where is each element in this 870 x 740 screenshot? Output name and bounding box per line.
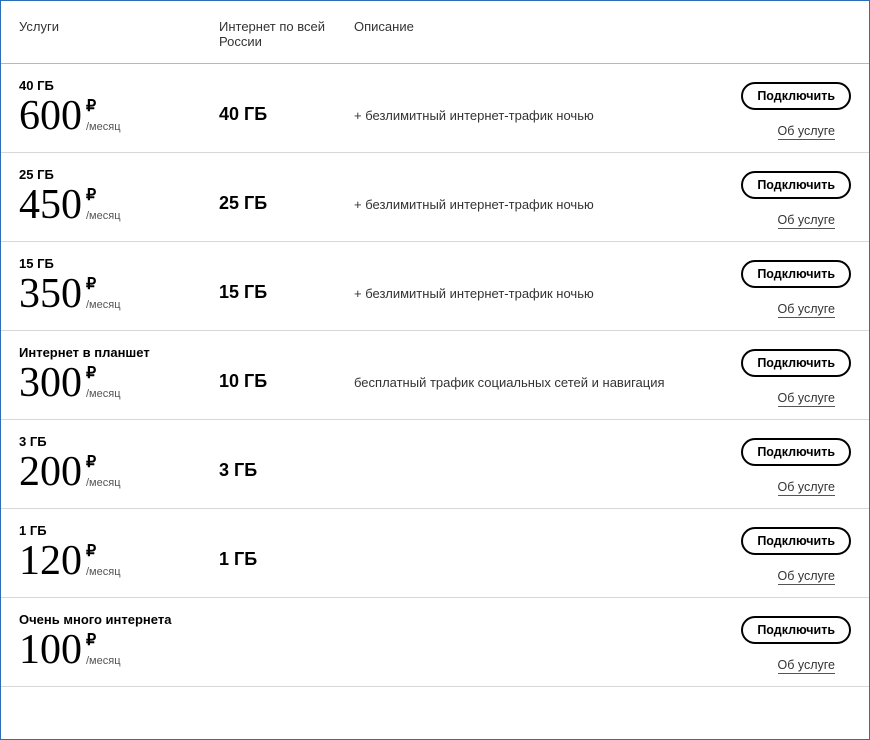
desc-cell: [354, 612, 711, 642]
price-meta: ₽ /месяц: [86, 99, 121, 133]
actions-cell: Подключить Об услуге: [711, 612, 851, 674]
price-wrap: 600 ₽ /месяц: [19, 95, 219, 137]
table-row: 1 ГБ 120 ₽ /месяц 1 ГБ Подключить Об усл…: [1, 509, 869, 598]
header-data: Интернет по всей России: [219, 19, 354, 49]
table-row: 40 ГБ 600 ₽ /месяц 40 ГБ + безлимитный и…: [1, 64, 869, 153]
currency-symbol: ₽: [86, 99, 121, 115]
about-link[interactable]: Об услуге: [778, 569, 836, 585]
price-wrap: 450 ₽ /месяц: [19, 184, 219, 226]
plan-name: 15 ГБ: [19, 256, 219, 271]
data-cell: 3 ГБ: [219, 434, 354, 481]
connect-button[interactable]: Подключить: [741, 349, 851, 377]
actions-cell: Подключить Об услуге: [711, 78, 851, 140]
plan-name: 25 ГБ: [19, 167, 219, 182]
billing-period: /месяц: [86, 210, 121, 222]
currency-symbol: ₽: [86, 188, 121, 204]
plan-price: 600: [19, 95, 82, 137]
currency-symbol: ₽: [86, 455, 121, 471]
plan-price: 200: [19, 451, 82, 493]
about-link[interactable]: Об услуге: [778, 480, 836, 496]
header-desc: Описание: [354, 19, 711, 49]
desc-cell: [354, 523, 711, 553]
desc-cell: + безлимитный интернет-трафик ночью: [354, 78, 711, 123]
about-link[interactable]: Об услуге: [778, 302, 836, 318]
connect-button[interactable]: Подключить: [741, 82, 851, 110]
billing-period: /месяц: [86, 388, 121, 400]
data-cell: [219, 612, 354, 638]
about-link[interactable]: Об услуге: [778, 124, 836, 140]
plan-price: 100: [19, 629, 82, 671]
table-row: 15 ГБ 350 ₽ /месяц 15 ГБ + безлимитный и…: [1, 242, 869, 331]
billing-period: /месяц: [86, 566, 121, 578]
price-wrap: 200 ₽ /месяц: [19, 451, 219, 493]
table-row: 3 ГБ 200 ₽ /месяц 3 ГБ Подключить Об усл…: [1, 420, 869, 509]
connect-button[interactable]: Подключить: [741, 438, 851, 466]
billing-period: /месяц: [86, 477, 121, 489]
plan-name: Очень много интернета: [19, 612, 219, 627]
plan-price: 120: [19, 540, 82, 582]
billing-period: /месяц: [86, 655, 121, 667]
connect-button[interactable]: Подключить: [741, 527, 851, 555]
price-wrap: 350 ₽ /месяц: [19, 273, 219, 315]
desc-cell: бесплатный трафик социальных сетей и нав…: [354, 345, 711, 390]
header-actions: [711, 19, 851, 49]
plan-name: 3 ГБ: [19, 434, 219, 449]
data-cell: 10 ГБ: [219, 345, 354, 392]
service-cell: 1 ГБ 120 ₽ /месяц: [19, 523, 219, 582]
tariff-table: Услуги Интернет по всей России Описание …: [1, 1, 869, 687]
table-row: 25 ГБ 450 ₽ /месяц 25 ГБ + безлимитный и…: [1, 153, 869, 242]
plan-name: 1 ГБ: [19, 523, 219, 538]
actions-cell: Подключить Об услуге: [711, 434, 851, 496]
currency-symbol: ₽: [86, 277, 121, 293]
data-cell: 40 ГБ: [219, 78, 354, 125]
about-link[interactable]: Об услуге: [778, 213, 836, 229]
price-meta: ₽ /месяц: [86, 455, 121, 489]
data-cell: 25 ГБ: [219, 167, 354, 214]
actions-cell: Подключить Об услуге: [711, 345, 851, 407]
price-meta: ₽ /месяц: [86, 544, 121, 578]
price-wrap: 300 ₽ /месяц: [19, 362, 219, 404]
plan-price: 350: [19, 273, 82, 315]
price-meta: ₽ /месяц: [86, 366, 121, 400]
desc-cell: + безлимитный интернет-трафик ночью: [354, 167, 711, 212]
plan-price: 300: [19, 362, 82, 404]
table-header: Услуги Интернет по всей России Описание: [1, 1, 869, 64]
service-cell: 15 ГБ 350 ₽ /месяц: [19, 256, 219, 315]
about-link[interactable]: Об услуге: [778, 658, 836, 674]
plan-name: 40 ГБ: [19, 78, 219, 93]
price-wrap: 120 ₽ /месяц: [19, 540, 219, 582]
currency-symbol: ₽: [86, 366, 121, 382]
connect-button[interactable]: Подключить: [741, 260, 851, 288]
desc-cell: [354, 434, 711, 464]
price-meta: ₽ /месяц: [86, 277, 121, 311]
billing-period: /месяц: [86, 299, 121, 311]
service-cell: 3 ГБ 200 ₽ /месяц: [19, 434, 219, 493]
price-wrap: 100 ₽ /месяц: [19, 629, 219, 671]
data-cell: 1 ГБ: [219, 523, 354, 570]
header-service: Услуги: [19, 19, 219, 49]
about-link[interactable]: Об услуге: [778, 391, 836, 407]
table-row: Очень много интернета 100 ₽ /месяц Подкл…: [1, 598, 869, 687]
currency-symbol: ₽: [86, 633, 121, 649]
desc-cell: + безлимитный интернет-трафик ночью: [354, 256, 711, 301]
currency-symbol: ₽: [86, 544, 121, 560]
table-row: Интернет в планшет 300 ₽ /месяц 10 ГБ бе…: [1, 331, 869, 420]
connect-button[interactable]: Подключить: [741, 171, 851, 199]
actions-cell: Подключить Об услуге: [711, 167, 851, 229]
actions-cell: Подключить Об услуге: [711, 523, 851, 585]
price-meta: ₽ /месяц: [86, 188, 121, 222]
service-cell: Очень много интернета 100 ₽ /месяц: [19, 612, 219, 671]
price-meta: ₽ /месяц: [86, 633, 121, 667]
plan-price: 450: [19, 184, 82, 226]
service-cell: 25 ГБ 450 ₽ /месяц: [19, 167, 219, 226]
actions-cell: Подключить Об услуге: [711, 256, 851, 318]
plan-name: Интернет в планшет: [19, 345, 219, 360]
service-cell: Интернет в планшет 300 ₽ /месяц: [19, 345, 219, 404]
connect-button[interactable]: Подключить: [741, 616, 851, 644]
service-cell: 40 ГБ 600 ₽ /месяц: [19, 78, 219, 137]
billing-period: /месяц: [86, 121, 121, 133]
data-cell: 15 ГБ: [219, 256, 354, 303]
